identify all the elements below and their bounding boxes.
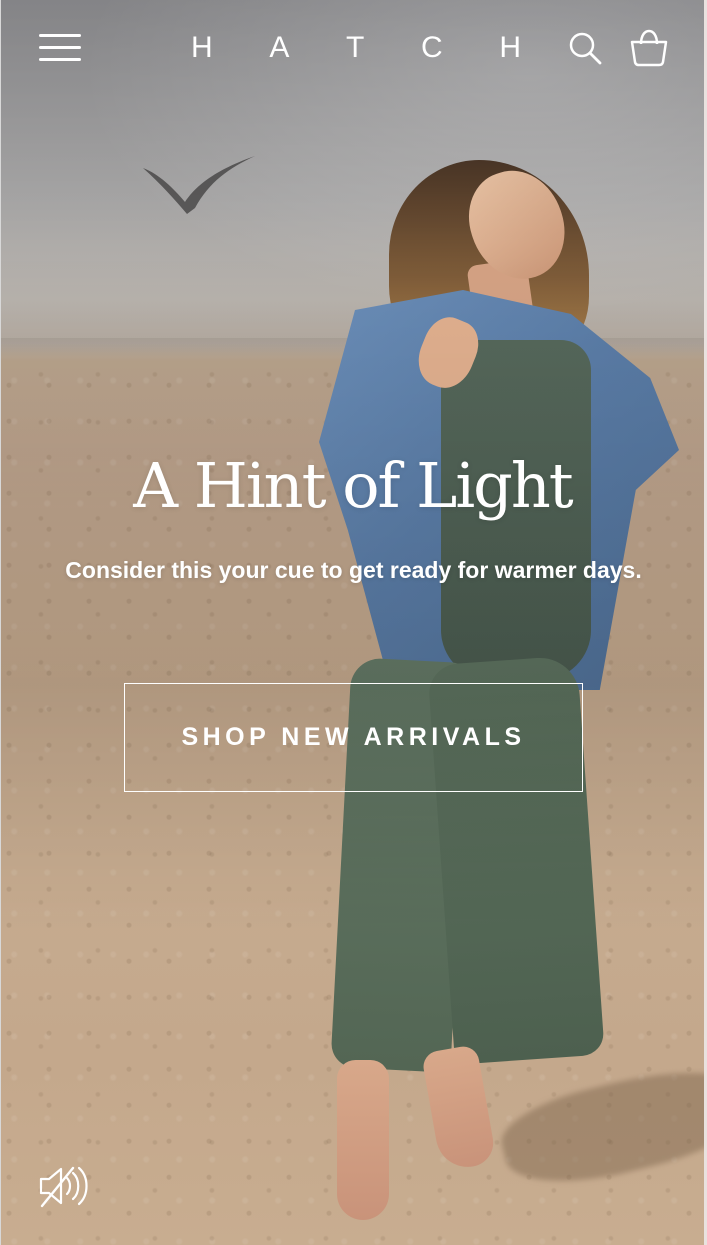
sound-muted-icon bbox=[39, 1166, 88, 1208]
logo-letter: H bbox=[191, 31, 213, 64]
menu-button[interactable] bbox=[37, 30, 83, 66]
search-button[interactable] bbox=[565, 28, 605, 68]
hero-subheadline: Consider this your cue to get ready for … bbox=[65, 557, 642, 583]
hero-video-background bbox=[1, 0, 704, 1245]
brand-logo[interactable]: H A T C H bbox=[191, 26, 521, 70]
logo-letter: T bbox=[346, 31, 365, 64]
mute-toggle-button[interactable] bbox=[37, 1162, 89, 1210]
site-header: H A T C H bbox=[1, 0, 704, 96]
logo-letter: A bbox=[269, 31, 290, 64]
search-icon bbox=[569, 32, 602, 65]
logo-letter: H bbox=[499, 31, 521, 64]
cart-button[interactable] bbox=[627, 26, 671, 70]
text-scrim-overlay bbox=[1, 0, 704, 1245]
shopping-bag-icon bbox=[630, 29, 668, 67]
app-screen: H A T C H A Hint of Light Consider this … bbox=[0, 0, 707, 1245]
shop-new-arrivals-button[interactable]: SHOP NEW ARRIVALS bbox=[124, 683, 583, 792]
hamburger-menu-icon bbox=[37, 30, 83, 66]
logo-letter: C bbox=[420, 31, 443, 64]
hero-headline: A Hint of Light bbox=[133, 449, 573, 522]
